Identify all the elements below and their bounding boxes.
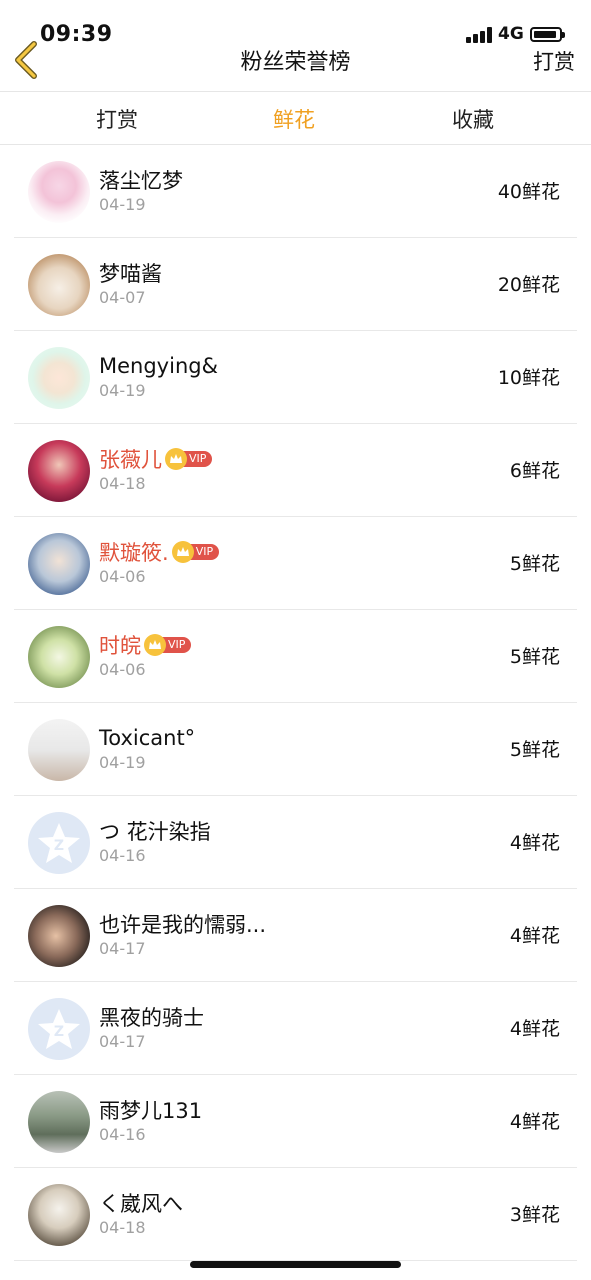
avatar[interactable]: Z <box>28 812 90 874</box>
flower-count: 5鲜花 <box>509 739 560 761</box>
avatar[interactable] <box>28 347 90 409</box>
qq-star-icon: Z <box>38 1009 80 1049</box>
fan-name[interactable]: 雨梦儿131 <box>99 1095 202 1125</box>
fan-name[interactable]: つ 花汁染指 <box>99 816 211 846</box>
fan-row[interactable]: 雨梦儿131 04-16 4鲜花 <box>0 1075 591 1168</box>
avatar[interactable] <box>28 161 90 223</box>
flower-count: 4鲜花 <box>509 1111 560 1133</box>
fan-date: 04-06 <box>99 660 146 679</box>
fan-date: 04-19 <box>99 381 146 400</box>
home-indicator[interactable] <box>190 1261 401 1268</box>
flower-count: 20鲜花 <box>497 274 560 296</box>
fan-row[interactable]: 默璇筱. VIP 04-06 5鲜花 <box>0 517 591 610</box>
page-title: 粉丝荣誉榜 <box>240 50 351 75</box>
fan-row[interactable]: 张薇儿 VIP 04-18 6鲜花 <box>0 424 591 517</box>
flower-count: 5鲜花 <box>509 646 560 668</box>
flower-count: 6鲜花 <box>509 460 560 482</box>
avatar[interactable] <box>28 533 90 595</box>
tab-reward[interactable]: 打赏 <box>57 104 177 134</box>
fan-row[interactable]: 落尘忆梦 04-19 40鲜花 <box>0 145 591 238</box>
name-line: 张薇儿 VIP <box>99 444 213 474</box>
fan-name[interactable]: Mengying& <box>99 354 218 378</box>
fan-name[interactable]: 张薇儿 <box>99 444 162 474</box>
svg-text:Z: Z <box>54 1024 64 1040</box>
fan-row[interactable]: Z 黑夜的骑士 04-17 4鲜花 <box>0 982 591 1075</box>
fan-name[interactable]: 梦喵酱 <box>99 258 162 288</box>
flower-count: 4鲜花 <box>509 832 560 854</box>
fan-row[interactable]: 梦喵酱 04-07 20鲜花 <box>0 238 591 331</box>
vip-badge: VIP <box>171 541 220 563</box>
avatar[interactable] <box>28 719 90 781</box>
crown-icon <box>144 634 166 656</box>
name-line: 也许是我的懦弱... <box>99 909 266 939</box>
fan-name[interactable]: Toxicant° <box>99 726 195 750</box>
name-line: 黑夜的骑士 <box>99 1002 204 1032</box>
flower-count: 3鲜花 <box>509 1204 560 1226</box>
name-line: く崴风へ <box>99 1188 183 1218</box>
avatar[interactable] <box>28 1184 90 1246</box>
fan-date: 04-17 <box>99 1032 146 1051</box>
fan-date: 04-18 <box>99 1218 146 1237</box>
flower-count: 5鲜花 <box>509 553 560 575</box>
qq-star-icon: Z <box>38 823 80 863</box>
fan-date: 04-07 <box>99 288 146 307</box>
name-line: 默璇筱. VIP <box>99 537 220 567</box>
fan-name[interactable]: 黑夜的骑士 <box>99 1002 204 1032</box>
tab-favorites[interactable]: 收藏 <box>413 104 533 134</box>
tab-flowers[interactable]: 鲜花 <box>234 104 354 134</box>
tab-bar: 打赏 鲜花 收藏 <box>0 92 591 145</box>
svg-text:Z: Z <box>54 838 64 854</box>
fan-name[interactable]: 默璇筱. <box>99 537 169 567</box>
fan-date: 04-19 <box>99 753 146 772</box>
name-line: 落尘忆梦 <box>99 165 183 195</box>
avatar[interactable]: Z <box>28 998 90 1060</box>
fan-list: 落尘忆梦 04-19 40鲜花 梦喵酱 04-07 20鲜花 Mengying& 04-19 1… <box>0 145 591 1261</box>
fan-date: 04-19 <box>99 195 146 214</box>
fan-row[interactable]: 也许是我的懦弱... 04-17 4鲜花 <box>0 889 591 982</box>
name-line: Mengying& <box>99 351 218 381</box>
avatar[interactable] <box>28 254 90 316</box>
fan-row[interactable]: Toxicant° 04-19 5鲜花 <box>0 703 591 796</box>
fan-name[interactable]: 时皖 <box>99 630 141 660</box>
name-line: 雨梦儿131 <box>99 1095 202 1125</box>
vip-badge: VIP <box>165 448 213 470</box>
fan-row[interactable]: Z つ 花汁染指 04-16 4鲜花 <box>0 796 591 889</box>
flower-count: 40鲜花 <box>497 181 560 203</box>
name-line: 梦喵酱 <box>99 258 162 288</box>
fan-name[interactable]: 落尘忆梦 <box>99 165 183 195</box>
flower-count: 4鲜花 <box>509 1018 560 1040</box>
fan-date: 04-17 <box>99 939 146 958</box>
name-line: 时皖 VIP <box>99 630 192 660</box>
fan-date: 04-06 <box>99 567 146 586</box>
crown-icon <box>171 541 194 563</box>
fan-row[interactable]: く崴风へ 04-18 3鲜花 <box>0 1168 591 1261</box>
flower-count: 10鲜花 <box>497 367 560 389</box>
avatar[interactable] <box>28 626 90 688</box>
fan-date: 04-16 <box>99 846 146 865</box>
crown-icon <box>165 448 187 470</box>
fan-name[interactable]: く崴风へ <box>99 1188 183 1218</box>
fan-date: 04-16 <box>99 1125 146 1144</box>
fan-date: 04-18 <box>99 474 146 493</box>
fan-row[interactable]: 时皖 VIP 04-06 5鲜花 <box>0 610 591 703</box>
name-line: つ 花汁染指 <box>99 816 211 846</box>
flower-count: 4鲜花 <box>509 925 560 947</box>
vip-badge: VIP <box>144 634 192 656</box>
fan-row[interactable]: Mengying& 04-19 10鲜花 <box>0 331 591 424</box>
avatar[interactable] <box>28 440 90 502</box>
avatar[interactable] <box>28 1091 90 1153</box>
reward-button[interactable]: 打赏 <box>533 46 575 76</box>
name-line: Toxicant° <box>99 723 195 753</box>
nav-bar: 粉丝荣誉榜 打赏 <box>0 0 591 92</box>
avatar[interactable] <box>28 905 90 967</box>
fan-name[interactable]: 也许是我的懦弱... <box>99 909 266 939</box>
